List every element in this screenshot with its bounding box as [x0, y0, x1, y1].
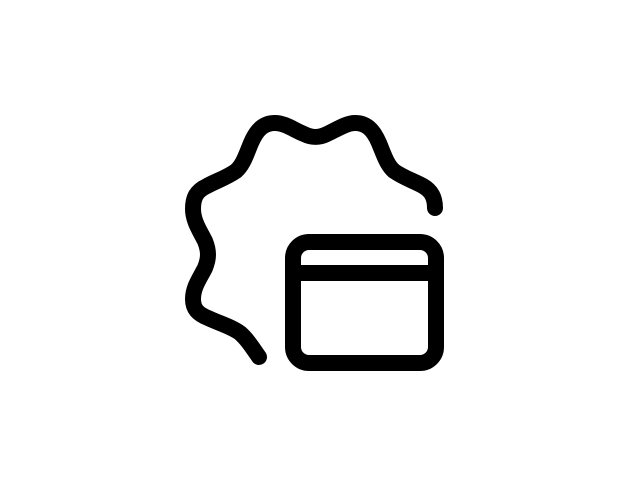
icon-canvas [0, 0, 630, 500]
window-frame [285, 234, 444, 371]
badge-window-icon [185, 115, 444, 371]
